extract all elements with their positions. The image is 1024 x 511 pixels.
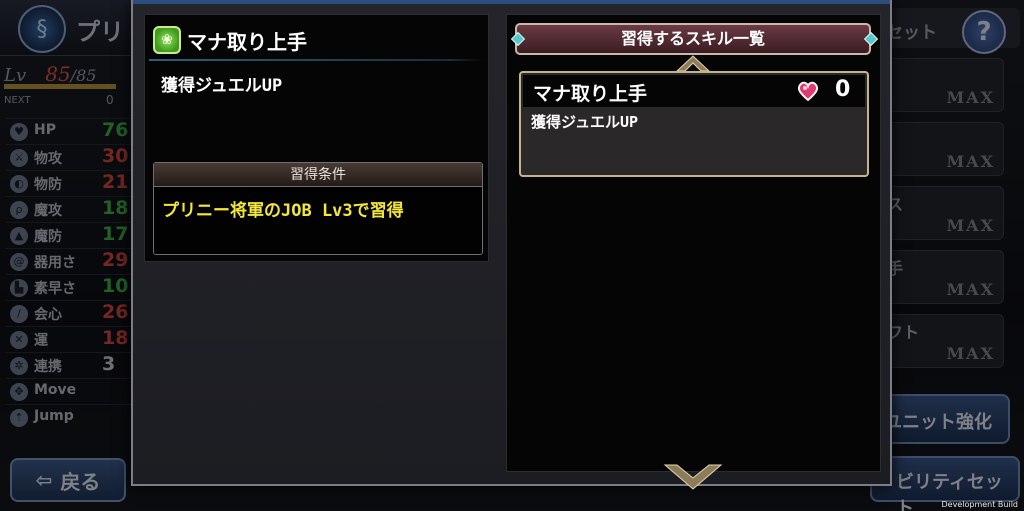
chevron-up-icon [675, 55, 711, 72]
skill-detail-title: マナ取り上手 [187, 29, 307, 54]
heart-gem-icon [797, 81, 819, 101]
skill-list-header: 習得するスキル一覧 [515, 23, 871, 55]
skill-list-item[interactable]: マナ取り上手 0 獲得ジュエルUP [519, 71, 869, 177]
chevron-down-icon[interactable] [663, 463, 723, 493]
skill-detail-header: ❀ マナ取り上手 [153, 25, 307, 55]
skill-list-panel: 習得するスキル一覧 マナ取り上手 0 獲得ジュエルUP [506, 14, 881, 490]
skill-item-description: 獲得ジュエルUP [531, 113, 639, 131]
condition-header: 習得条件 [154, 163, 482, 187]
skill-detail-modal: ❀ マナ取り上手 獲得ジュエルUP 習得条件 プリニー将軍のJOB Lv3で習得… [131, 0, 892, 490]
skill-item-count: 0 [835, 77, 851, 102]
acquisition-condition-box: 習得条件 プリニー将軍のJOB Lv3で習得 [153, 162, 483, 255]
modal-top-border [133, 0, 890, 4]
mana-skill-icon: ❀ [153, 26, 181, 54]
skill-item-name: マナ取り上手 [533, 83, 648, 105]
divider [149, 59, 483, 61]
skill-detail-description: 獲得ジュエルUP [161, 76, 283, 96]
skill-detail-panel: ❀ マナ取り上手 獲得ジュエルUP 習得条件 プリニー将軍のJOB Lv3で習得 [144, 14, 489, 262]
condition-text: プリニー将軍のJOB Lv3で習得 [162, 201, 404, 221]
dev-build-label: Development Build [941, 500, 1018, 509]
